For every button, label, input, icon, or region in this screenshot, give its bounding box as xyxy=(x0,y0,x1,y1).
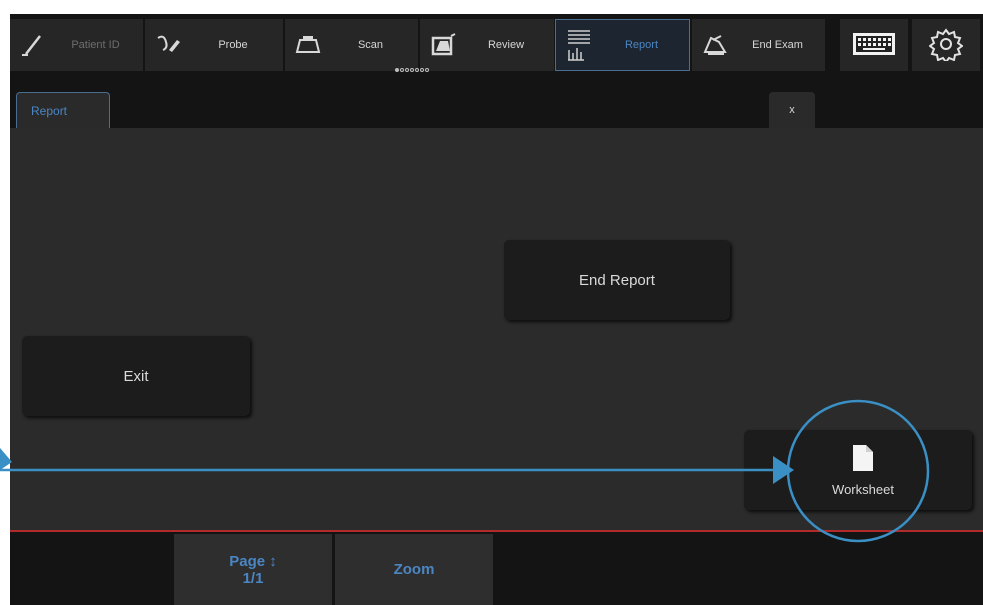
tab-report[interactable]: Report xyxy=(16,92,110,128)
patient-id-label: Patient ID xyxy=(71,39,120,51)
end-exam-icon xyxy=(700,30,730,60)
probe-icon xyxy=(153,30,183,60)
review-label: Review xyxy=(487,39,525,51)
settings-button[interactable] xyxy=(912,19,980,71)
page-button[interactable]: Page ↕ 1/1 xyxy=(174,534,332,605)
worksheet-content: Worksheet xyxy=(832,444,894,497)
end-report-label: End Report xyxy=(579,271,655,289)
exit-button[interactable]: Exit xyxy=(22,336,250,416)
zoom-button[interactable]: Zoom xyxy=(335,534,493,605)
end-exam-button[interactable]: End Exam xyxy=(692,19,825,71)
gear-icon xyxy=(928,27,964,64)
pen-icon xyxy=(18,30,48,60)
report-icon xyxy=(564,30,594,61)
ultrasound-screen: Patient ID Probe Scan Review Report End … xyxy=(10,14,983,605)
tab-report-label: Report xyxy=(31,103,68,118)
scan-icon xyxy=(293,30,323,60)
zoom-label: Zoom xyxy=(393,561,435,578)
end-report-button[interactable]: End Report xyxy=(504,240,730,320)
probe-label: Probe xyxy=(218,39,248,51)
end-exam-label: End Exam xyxy=(752,39,803,51)
report-button[interactable]: Report xyxy=(555,19,690,71)
page-indicator-dots xyxy=(395,67,430,74)
worksheet-button[interactable]: Worksheet xyxy=(744,430,972,510)
review-icon xyxy=(428,30,458,60)
page-label: Page ↕ xyxy=(229,552,277,570)
probe-button[interactable]: Probe xyxy=(145,19,283,71)
bottom-bar: Page ↕ 1/1 Zoom xyxy=(10,532,983,605)
scan-button[interactable]: Scan xyxy=(285,19,418,71)
patient-id-button[interactable]: Patient ID xyxy=(10,19,143,71)
review-button[interactable]: Review xyxy=(420,19,554,71)
report-panel: End Report Exit Worksheet xyxy=(10,128,983,531)
document-icon xyxy=(852,444,874,476)
worksheet-label: Worksheet xyxy=(832,481,894,497)
scan-label: Scan xyxy=(357,39,384,51)
page-value: 1/1 xyxy=(242,569,264,587)
keyboard-button[interactable] xyxy=(840,19,908,71)
report-label: Report xyxy=(624,39,659,51)
exit-label: Exit xyxy=(123,367,149,385)
keyboard-icon xyxy=(851,30,897,61)
close-icon: x xyxy=(789,104,795,116)
top-toolbar: Patient ID Probe Scan Review Report End … xyxy=(10,14,983,80)
close-tab-button[interactable]: x xyxy=(769,92,815,128)
